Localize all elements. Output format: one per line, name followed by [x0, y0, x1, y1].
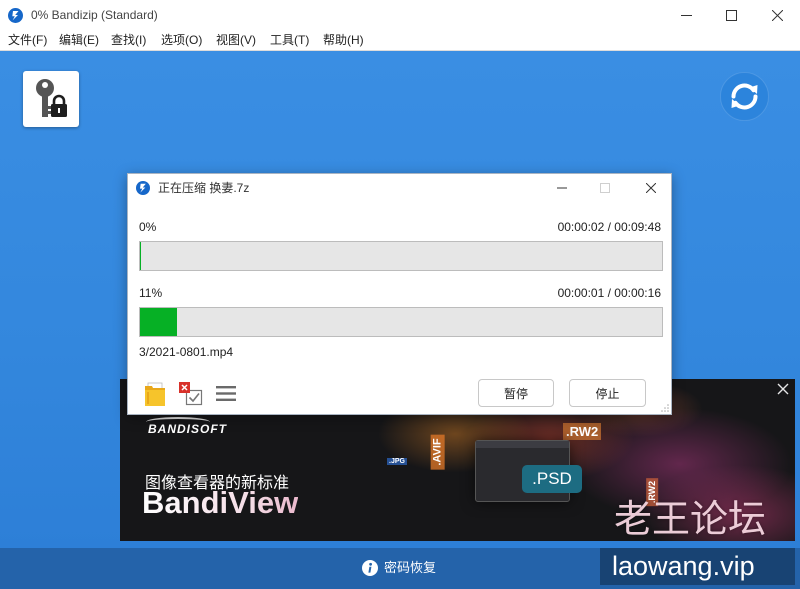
pause-button[interactable]: 暂停 [478, 379, 554, 407]
minimize-icon [557, 187, 567, 188]
dialog-maximize-button [582, 174, 628, 201]
overall-progress-bar [139, 241, 663, 271]
dialog-title: 正在压缩 换妻.7z [158, 181, 250, 195]
menu-icon[interactable] [216, 385, 236, 402]
watermark-url: laowang.vip [612, 551, 755, 581]
menu-find[interactable]: 查找(I) [111, 33, 146, 48]
ad-format-label: .JPG [387, 458, 407, 465]
close-icon [771, 9, 783, 21]
ad-format-label: .AVIF [430, 434, 445, 470]
current-file-name: 3/2021-0801.mp4 [139, 345, 234, 359]
overall-progress-fill [140, 242, 141, 270]
password-recovery-link[interactable]: 密码恢复 [384, 560, 436, 576]
password-button[interactable] [23, 71, 79, 127]
info-icon [362, 560, 378, 576]
stop-button[interactable]: 停止 [569, 379, 646, 407]
ad-format-label: .RW2 [563, 423, 602, 440]
menu-help[interactable]: 帮助(H) [323, 33, 364, 48]
menu-bar: 文件(F) 编辑(E) 查找(I) 选项(O) 视图(V) 工具(T) 帮助(H… [0, 30, 800, 51]
thumbnail-titlebar [476, 441, 569, 448]
file-progress-fill [140, 308, 177, 336]
refresh-button[interactable] [720, 72, 769, 121]
overall-time: 00:00:02 / 00:09:48 [557, 220, 661, 234]
menu-view[interactable]: 视图(V) [216, 33, 256, 48]
overall-percent: 0% [139, 220, 157, 234]
file-percent: 11% [139, 286, 163, 300]
close-when-done-icon[interactable] [179, 382, 204, 407]
close-button[interactable] [754, 0, 800, 30]
maximize-button[interactable] [708, 0, 754, 30]
menu-options[interactable]: 选项(O) [161, 33, 202, 48]
ad-close-icon[interactable] [775, 381, 791, 397]
refresh-icon [720, 72, 769, 121]
key-lock-icon [36, 79, 67, 117]
ad-product-name: BandiView [142, 485, 299, 520]
watermark-title: 老王论坛 [614, 499, 767, 541]
minimize-button[interactable] [663, 0, 709, 30]
menu-file[interactable]: 文件(F) [8, 33, 47, 48]
resize-grip-icon[interactable] [661, 404, 669, 412]
window-titlebar[interactable]: 0% Bandizip (Standard) [0, 0, 800, 30]
window-title: 0% Bandizip (Standard) [31, 8, 158, 22]
bandizip-icon [8, 8, 23, 23]
compress-progress-dialog: 正在压缩 换妻.7z 0% 00:00:02 / 00:09:48 11% 00… [127, 173, 672, 415]
minimize-icon [680, 14, 692, 16]
dialog-close-button[interactable] [628, 174, 674, 201]
menu-tools[interactable]: 工具(T) [270, 33, 309, 48]
menu-edit[interactable]: 编辑(E) [59, 33, 99, 48]
maximize-icon [600, 182, 610, 193]
file-progress-bar [139, 307, 663, 337]
bandizip-icon [136, 181, 150, 195]
open-folder-icon[interactable] [144, 382, 166, 407]
dialog-minimize-button[interactable] [539, 174, 585, 201]
ad-brand-logo: BANDISOFT [148, 422, 227, 436]
maximize-icon [725, 9, 737, 21]
file-time: 00:00:01 / 00:00:16 [557, 286, 661, 300]
close-icon [646, 182, 656, 193]
ad-format-badge: .PSD [522, 465, 582, 493]
